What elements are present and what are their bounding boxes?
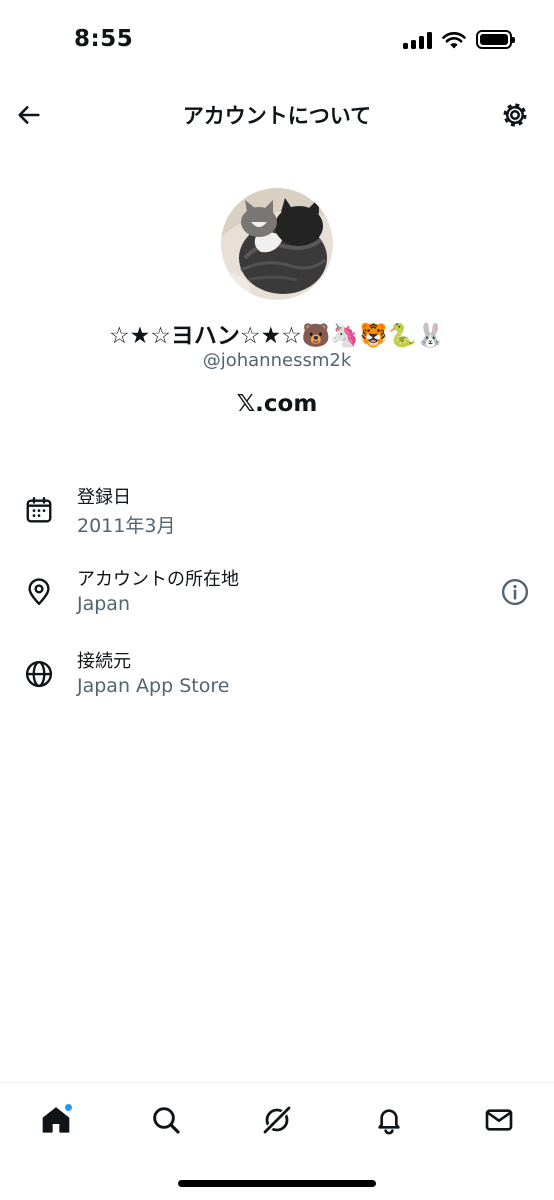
bell-icon: [378, 1109, 400, 1135]
location-info-button[interactable]: [500, 577, 530, 607]
cellular-signal-icon: [403, 31, 432, 49]
home-indicator: [178, 1180, 376, 1187]
status-bar: 8:55: [0, 0, 554, 80]
page-title: アカウントについて: [182, 104, 372, 128]
display-name: ☆★☆ヨハン☆★☆🐻🦄🐯🐍🐰: [109, 323, 445, 349]
gear-icon: [503, 103, 527, 127]
battery-icon: [476, 30, 515, 49]
tab-home[interactable]: [39, 1103, 73, 1137]
handle: @johannessm2k: [202, 350, 352, 371]
connected-via-label: 接続元: [77, 651, 131, 672]
globe-icon: [25, 660, 53, 688]
envelope-icon: [485, 1109, 513, 1131]
tab-search[interactable]: [149, 1103, 183, 1137]
tab-grok[interactable]: [260, 1103, 294, 1137]
header: アカウントについて: [0, 88, 554, 142]
location-label: アカウントの所在地: [77, 569, 239, 590]
calendar-icon: [26, 496, 52, 523]
info-row-location: アカウントの所在地 Japan: [0, 565, 554, 629]
avatar[interactable]: [221, 188, 333, 300]
tab-notifications[interactable]: [372, 1103, 406, 1137]
location-pin-icon: [28, 578, 50, 606]
joined-value: 2011年3月: [77, 515, 176, 537]
info-row-joined: 登録日 2011年3月: [0, 483, 554, 547]
avatar-cats-image: [221, 188, 333, 300]
status-time: 8:55: [74, 26, 134, 52]
info-row-connected-via: 接続元 Japan App Store: [0, 647, 554, 711]
status-icons: [403, 30, 515, 49]
info-circle-icon: [501, 578, 529, 606]
joined-label: 登録日: [77, 487, 131, 508]
search-icon: [153, 1107, 180, 1134]
connected-via-value: Japan App Store: [77, 675, 230, 697]
website-link[interactable]: 𝕏.com: [0, 391, 554, 417]
wifi-icon: [442, 31, 466, 48]
settings-button[interactable]: [498, 98, 532, 132]
grok-icon: [262, 1105, 292, 1135]
tab-messages[interactable]: [482, 1103, 516, 1137]
location-value: Japan: [77, 593, 130, 615]
home-notification-dot: [64, 1103, 73, 1112]
